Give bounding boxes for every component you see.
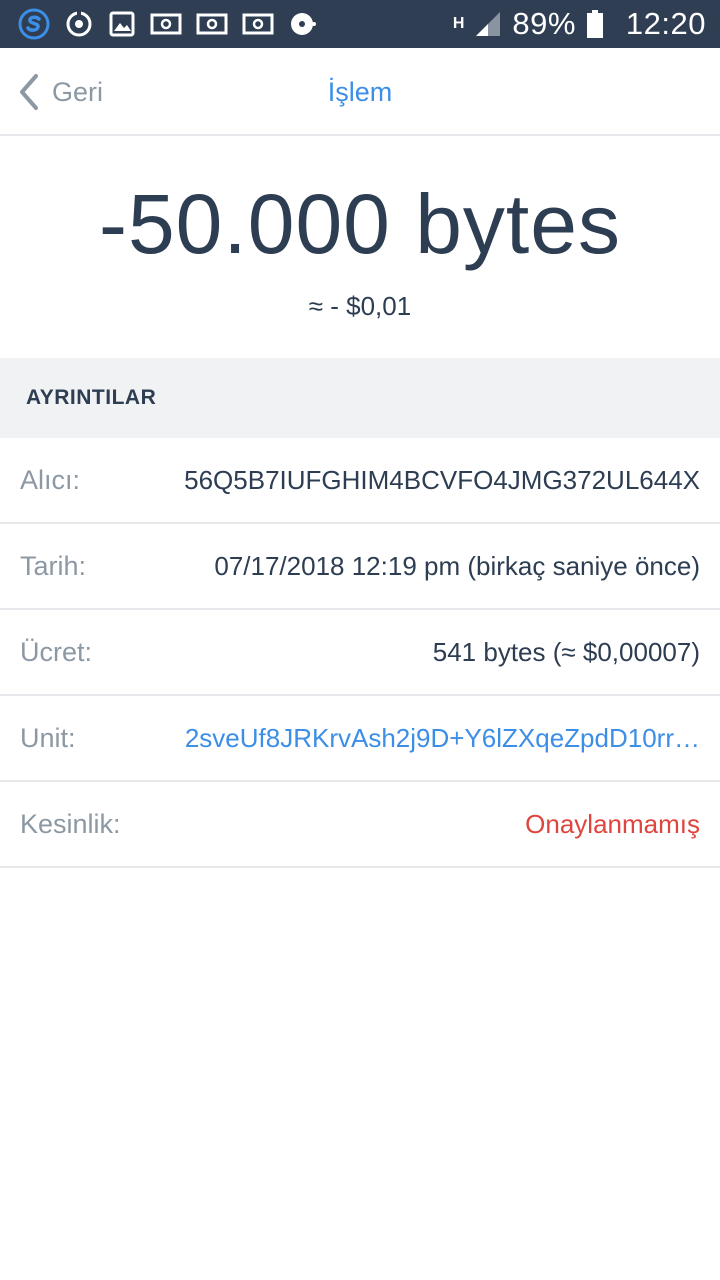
transaction-amount-fiat: ≈ - $0,01 xyxy=(308,291,412,321)
clock: 12:20 xyxy=(625,6,706,41)
amount-block: -50.000 bytes ≈ - $0,01 xyxy=(0,136,720,358)
network-type-icon: H xyxy=(452,15,465,32)
battery-icon xyxy=(586,9,604,39)
navigation-bar: Geri İşlem xyxy=(0,48,720,136)
page-title: İşlem xyxy=(327,76,393,107)
recipient-value: 56Q5B7IUFGHIM4BCVFO4JMG372UL644X xyxy=(184,464,700,495)
money-icon xyxy=(150,11,182,37)
money-icon xyxy=(242,11,274,37)
fee-value: 541 bytes (≈ $0,00007) xyxy=(432,636,700,667)
detail-row-recipient: Alıcı: 56Q5B7IUFGHIM4BCVFO4JMG372UL644X xyxy=(0,438,720,524)
signal-icon xyxy=(474,10,502,38)
money-icon xyxy=(196,11,228,37)
detail-row-unit[interactable]: Unit: 2sveUf8JRKrvAsh2j9D+Y6lZXqeZpdD10r… xyxy=(0,696,720,782)
details-section-header: AYRINTILAR xyxy=(0,358,720,438)
finality-label: Kesinlik: xyxy=(20,808,121,839)
details-list: Alıcı: 56Q5B7IUFGHIM4BCVFO4JMG372UL644X … xyxy=(0,438,720,868)
detail-row-fee: Ücret: 541 bytes (≈ $0,00007) xyxy=(0,610,720,696)
chevron-left-icon xyxy=(16,72,42,112)
recipient-label: Alıcı: xyxy=(20,464,81,495)
back-label: Geri xyxy=(52,76,104,107)
disc-icon xyxy=(288,9,318,39)
date-label: Tarih: xyxy=(20,550,87,581)
unit-label: Unit: xyxy=(20,722,76,753)
battery-percent: 89% xyxy=(512,6,576,41)
fee-label: Ücret: xyxy=(20,636,93,667)
unit-link[interactable]: 2sveUf8JRKrvAsh2j9D+Y6lZXqeZpdD10rr… xyxy=(185,723,700,754)
status-bar: H 89% 12:20 xyxy=(0,0,720,48)
sync-icon xyxy=(64,9,94,39)
transaction-amount: -50.000 bytes xyxy=(98,177,621,271)
image-icon xyxy=(108,10,136,38)
finality-status: Onaylanmamış xyxy=(525,808,700,839)
detail-row-date: Tarih: 07/17/2018 12:19 pm (birkaç saniy… xyxy=(0,524,720,610)
detail-row-finality: Kesinlik: Onaylanmamış xyxy=(0,782,720,868)
back-button[interactable]: Geri xyxy=(16,48,103,136)
date-value: 07/17/2018 12:19 pm (birkaç saniye önce) xyxy=(214,550,700,581)
s-logo-icon xyxy=(18,8,50,40)
